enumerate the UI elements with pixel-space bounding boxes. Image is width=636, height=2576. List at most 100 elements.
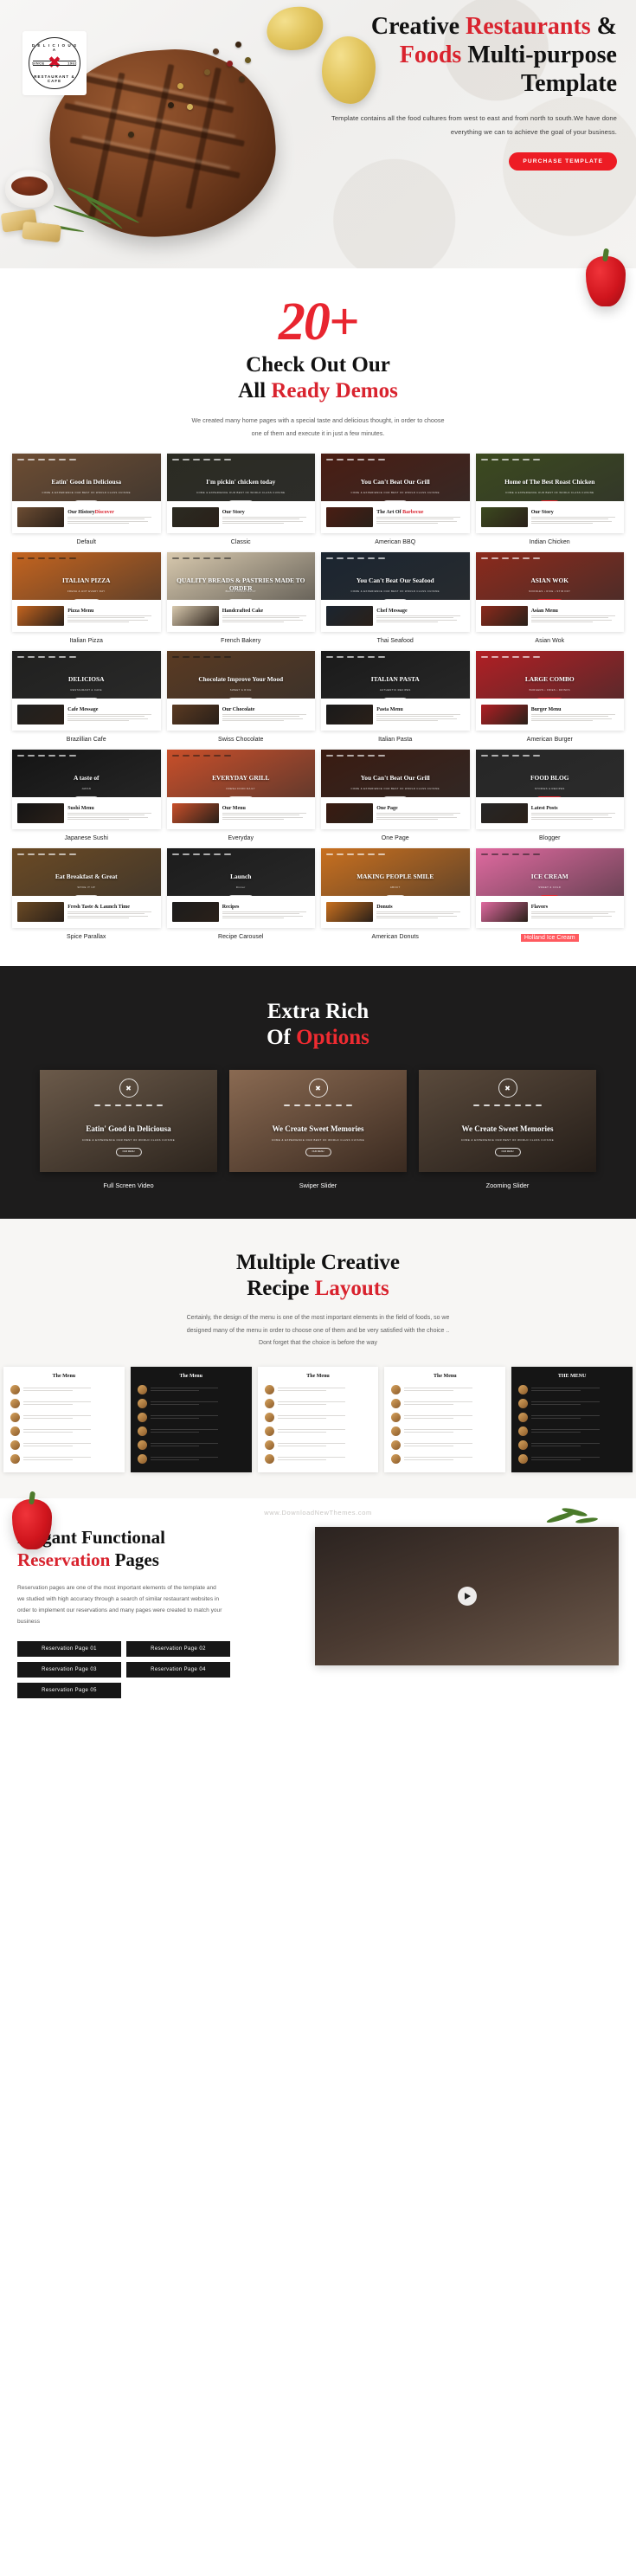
demo-card[interactable]: A taste of JAPAN OUR MENU Sushi Menu Jap… bbox=[12, 750, 161, 841]
menu-layout-thumbnail[interactable]: The Menu bbox=[130, 1367, 252, 1473]
demo-thumbnail[interactable]: DELICIOSA RESTAURANT & CAFE OUR MENU Caf… bbox=[12, 651, 161, 731]
demo-card[interactable]: LARGE COMBO BURGERS • FRIES • DRINKS ORD… bbox=[475, 651, 625, 743]
nav-pip bbox=[346, 1104, 352, 1106]
demo-card[interactable]: Eat Breakfast & Great SPICE IT UP OUR ME… bbox=[12, 848, 161, 943]
demo-thumbnail[interactable]: You Can't Beat Our Grill COME & EXPERIEN… bbox=[321, 454, 470, 534]
demo-label[interactable]: Recipe Carousel bbox=[167, 928, 316, 940]
option-card[interactable]: ✖ Eatin' Good in Deliciousa COME & EXPER… bbox=[40, 1070, 217, 1189]
demo-thumb-subtitle: Dinner bbox=[235, 885, 246, 889]
demo-thumbnail[interactable]: Eatin' Good in Deliciousa COME & EXPERIE… bbox=[12, 454, 161, 534]
demo-thumb-lower-title: Recipes bbox=[222, 905, 310, 910]
demo-thumb-lower-title: One Page bbox=[376, 806, 464, 811]
demo-thumb-lower-lines bbox=[67, 812, 155, 821]
demo-thumbnail[interactable]: FOOD BLOG STORIES & RECIPES READ MORE La… bbox=[475, 750, 624, 830]
demo-card[interactable]: ITALIAN PASTA AUTHENTIC RECIPES OUR MENU… bbox=[321, 651, 470, 743]
demo-card[interactable]: Launch Dinner OUR MENU Recipes Recipe Ca… bbox=[166, 848, 316, 943]
option-thumbnail[interactable]: ✖ We Create Sweet Memories COME & EXPERI… bbox=[419, 1070, 596, 1173]
demo-thumbnail[interactable]: MAKING PEOPLE SMILE ABOUT ORDER Donuts bbox=[321, 848, 470, 929]
demos-title-line2-a: All bbox=[238, 378, 272, 402]
reservation-page-button-05[interactable]: Reservation Page 05 bbox=[17, 1683, 121, 1699]
demo-label[interactable]: Italian Pizza bbox=[12, 632, 161, 644]
option-thumbnail[interactable]: ✖ Eatin' Good in Deliciousa COME & EXPER… bbox=[40, 1070, 217, 1173]
menu-layout-thumbnail[interactable]: The Menu bbox=[257, 1367, 379, 1473]
demo-label[interactable]: Italian Pasta bbox=[321, 731, 470, 743]
demo-card[interactable]: DELICIOSA RESTAURANT & CAFE OUR MENU Caf… bbox=[12, 651, 161, 743]
demo-thumbnail[interactable]: ITALIAN PASTA AUTHENTIC RECIPES OUR MENU… bbox=[321, 651, 470, 731]
demo-card[interactable]: Chocolate Improve Your Mood SWEET & RICH… bbox=[166, 651, 316, 743]
demo-card[interactable]: ICE CREAM SWEET & COLD ORDER Flavors Hol… bbox=[475, 848, 624, 943]
demo-label[interactable]: Brazillian Cafe bbox=[12, 731, 161, 743]
nav-pip bbox=[136, 1104, 142, 1106]
demo-thumbnail[interactable]: Chocolate Improve Your Mood SWEET & RICH… bbox=[166, 651, 315, 731]
demo-thumbnail[interactable]: Launch Dinner OUR MENU Recipes bbox=[166, 848, 315, 929]
demo-thumb-subtitle: SWEET & COLD bbox=[538, 885, 562, 889]
demo-label[interactable]: Spice Parallax bbox=[12, 928, 161, 940]
demo-card[interactable]: ASIAN WOK NOODLES • RICE • STIR FRY ORDE… bbox=[475, 552, 625, 644]
demo-thumbnail[interactable]: You Can't Beat Our Grill COME & EXPERIEN… bbox=[321, 750, 470, 830]
demo-thumbnail[interactable]: A taste of JAPAN OUR MENU Sushi Menu bbox=[12, 750, 161, 830]
play-icon[interactable] bbox=[457, 1587, 477, 1607]
option-thumbnail[interactable]: ✖ We Create Sweet Memories COME & EXPERI… bbox=[229, 1070, 407, 1173]
nav-pip bbox=[532, 557, 540, 559]
demo-label[interactable]: Default bbox=[12, 533, 161, 545]
demo-label[interactable]: American BBQ bbox=[321, 533, 470, 545]
demo-thumbnail[interactable]: You Can't Beat Our Seafood COME & EXPERI… bbox=[321, 552, 470, 633]
demo-label[interactable]: Swiss Chocolate bbox=[167, 731, 316, 743]
demo-card[interactable]: ITALIAN PIZZA FRESH & HOT EVERY DAY ORDE… bbox=[12, 552, 161, 644]
menu-item-row bbox=[518, 1426, 626, 1437]
demo-thumbnail[interactable]: EVERYDAY GRILL FRESH FOOD DAILY OUR MENU… bbox=[166, 750, 315, 830]
demo-label[interactable]: American Donuts bbox=[321, 928, 470, 940]
reservation-page-button-02[interactable]: Reservation Page 02 bbox=[126, 1641, 230, 1658]
nav-pip bbox=[378, 557, 385, 559]
demo-thumb-lower-lines bbox=[67, 615, 155, 623]
demo-label[interactable]: French Bakery bbox=[167, 632, 316, 644]
demo-card[interactable]: QUALITY BREADS & PASTRIES MADE TO ORDER … bbox=[166, 552, 316, 644]
menu-layout-thumbnail[interactable]: THE MENU bbox=[511, 1367, 633, 1473]
purchase-template-button[interactable]: PURCHASE TEMPLATE bbox=[509, 152, 617, 171]
brand-logo[interactable]: D E L I C I O U S A SINCE 1962 ✖ RESTAUR… bbox=[22, 31, 87, 95]
demo-label[interactable]: Asian Wok bbox=[476, 632, 625, 644]
demo-card[interactable]: Home of The Best Roast Chicken COME & EX… bbox=[475, 454, 625, 545]
demo-thumbnail[interactable]: I'm pickin' chicken today COME & EXPERIE… bbox=[166, 454, 315, 534]
option-card[interactable]: ✖ We Create Sweet Memories COME & EXPERI… bbox=[419, 1070, 596, 1189]
reservation-page-button-01[interactable]: Reservation Page 01 bbox=[17, 1641, 121, 1658]
lower-title-text: Handcrafted Cake bbox=[222, 608, 264, 614]
demo-thumbnail[interactable]: Home of The Best Roast Chicken COME & EX… bbox=[475, 454, 624, 534]
demo-card[interactable]: You Can't Beat Our Grill COME & EXPERIEN… bbox=[321, 454, 470, 545]
menu-layout-thumbnail[interactable]: The Menu bbox=[3, 1367, 125, 1473]
demo-card[interactable]: You Can't Beat Our Seafood COME & EXPERI… bbox=[321, 552, 470, 644]
option-card[interactable]: ✖ We Create Sweet Memories COME & EXPERI… bbox=[229, 1070, 407, 1189]
demo-label[interactable]: Japanese Sushi bbox=[12, 829, 161, 841]
demo-thumbnail[interactable]: ICE CREAM SWEET & COLD ORDER Flavors bbox=[475, 848, 624, 929]
reservation-video-thumbnail[interactable] bbox=[315, 1527, 619, 1666]
demo-label[interactable]: Everyday bbox=[167, 829, 316, 841]
reservation-page-button-03[interactable]: Reservation Page 03 bbox=[17, 1662, 121, 1678]
demo-card[interactable]: FOOD BLOG STORIES & RECIPES READ MORE La… bbox=[475, 750, 625, 841]
demo-thumbnail[interactable]: ASIAN WOK NOODLES • RICE • STIR FRY ORDE… bbox=[475, 552, 624, 633]
demo-card[interactable]: EVERYDAY GRILL FRESH FOOD DAILY OUR MENU… bbox=[166, 750, 316, 841]
demo-label[interactable]: Classic bbox=[167, 533, 316, 545]
demo-card[interactable]: I'm pickin' chicken today COME & EXPERIE… bbox=[166, 454, 316, 545]
menu-item-image bbox=[137, 1399, 147, 1409]
demo-thumbnail[interactable]: Eat Breakfast & Great SPICE IT UP OUR ME… bbox=[12, 848, 161, 929]
demo-label[interactable]: Holland Ice Cream bbox=[520, 934, 579, 943]
demo-thumb-nav bbox=[17, 556, 156, 560]
demo-label[interactable]: Blogger bbox=[476, 829, 625, 841]
demo-thumbnail[interactable]: QUALITY BREADS & PASTRIES MADE TO ORDER … bbox=[166, 552, 315, 633]
option-thumb-headline: We Create Sweet Memories bbox=[272, 1124, 364, 1133]
peppercorn-icon bbox=[245, 57, 251, 63]
demo-thumb-nav bbox=[326, 852, 465, 856]
demo-label[interactable]: American Burger bbox=[476, 731, 625, 743]
demo-label[interactable]: Indian Chicken bbox=[476, 533, 625, 545]
nav-pip bbox=[294, 1104, 300, 1106]
demo-thumbnail[interactable]: ITALIAN PIZZA FRESH & HOT EVERY DAY ORDE… bbox=[12, 552, 161, 633]
demo-label[interactable]: Thai Seafood bbox=[321, 632, 470, 644]
demo-card[interactable]: Eatin' Good in Deliciousa COME & EXPERIE… bbox=[12, 454, 161, 545]
demo-card[interactable]: MAKING PEOPLE SMILE ABOUT ORDER Donuts A… bbox=[321, 848, 470, 943]
menu-layout-thumbnail[interactable]: The Menu bbox=[384, 1367, 506, 1473]
demo-label[interactable]: One Page bbox=[321, 829, 470, 841]
reservation-page-button-04[interactable]: Reservation Page 04 bbox=[126, 1662, 230, 1678]
demo-card[interactable]: You Can't Beat Our Grill COME & EXPERIEN… bbox=[321, 750, 470, 841]
demo-thumb-subtitle: BURGERS • FRIES • DRINKS bbox=[529, 687, 570, 692]
demo-thumbnail[interactable]: LARGE COMBO BURGERS • FRIES • DRINKS ORD… bbox=[475, 651, 624, 731]
